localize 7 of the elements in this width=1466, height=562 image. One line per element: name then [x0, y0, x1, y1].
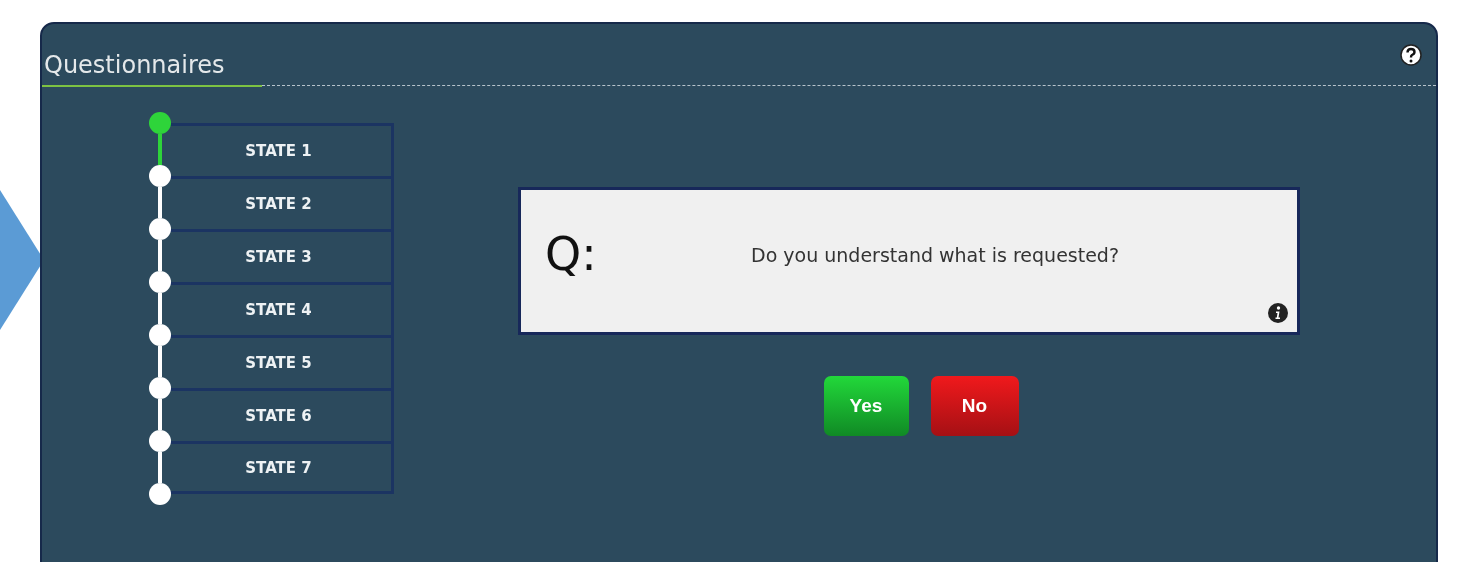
step-dot	[149, 483, 171, 505]
panel-title: Questionnaires	[44, 53, 225, 81]
help-icon[interactable]	[1400, 44, 1422, 66]
info-icon[interactable]	[1267, 302, 1289, 324]
question-text: Do you understand what is requested?	[751, 244, 1119, 266]
question-prefix: Q:	[545, 227, 598, 281]
no-button[interactable]: No	[930, 376, 1019, 436]
